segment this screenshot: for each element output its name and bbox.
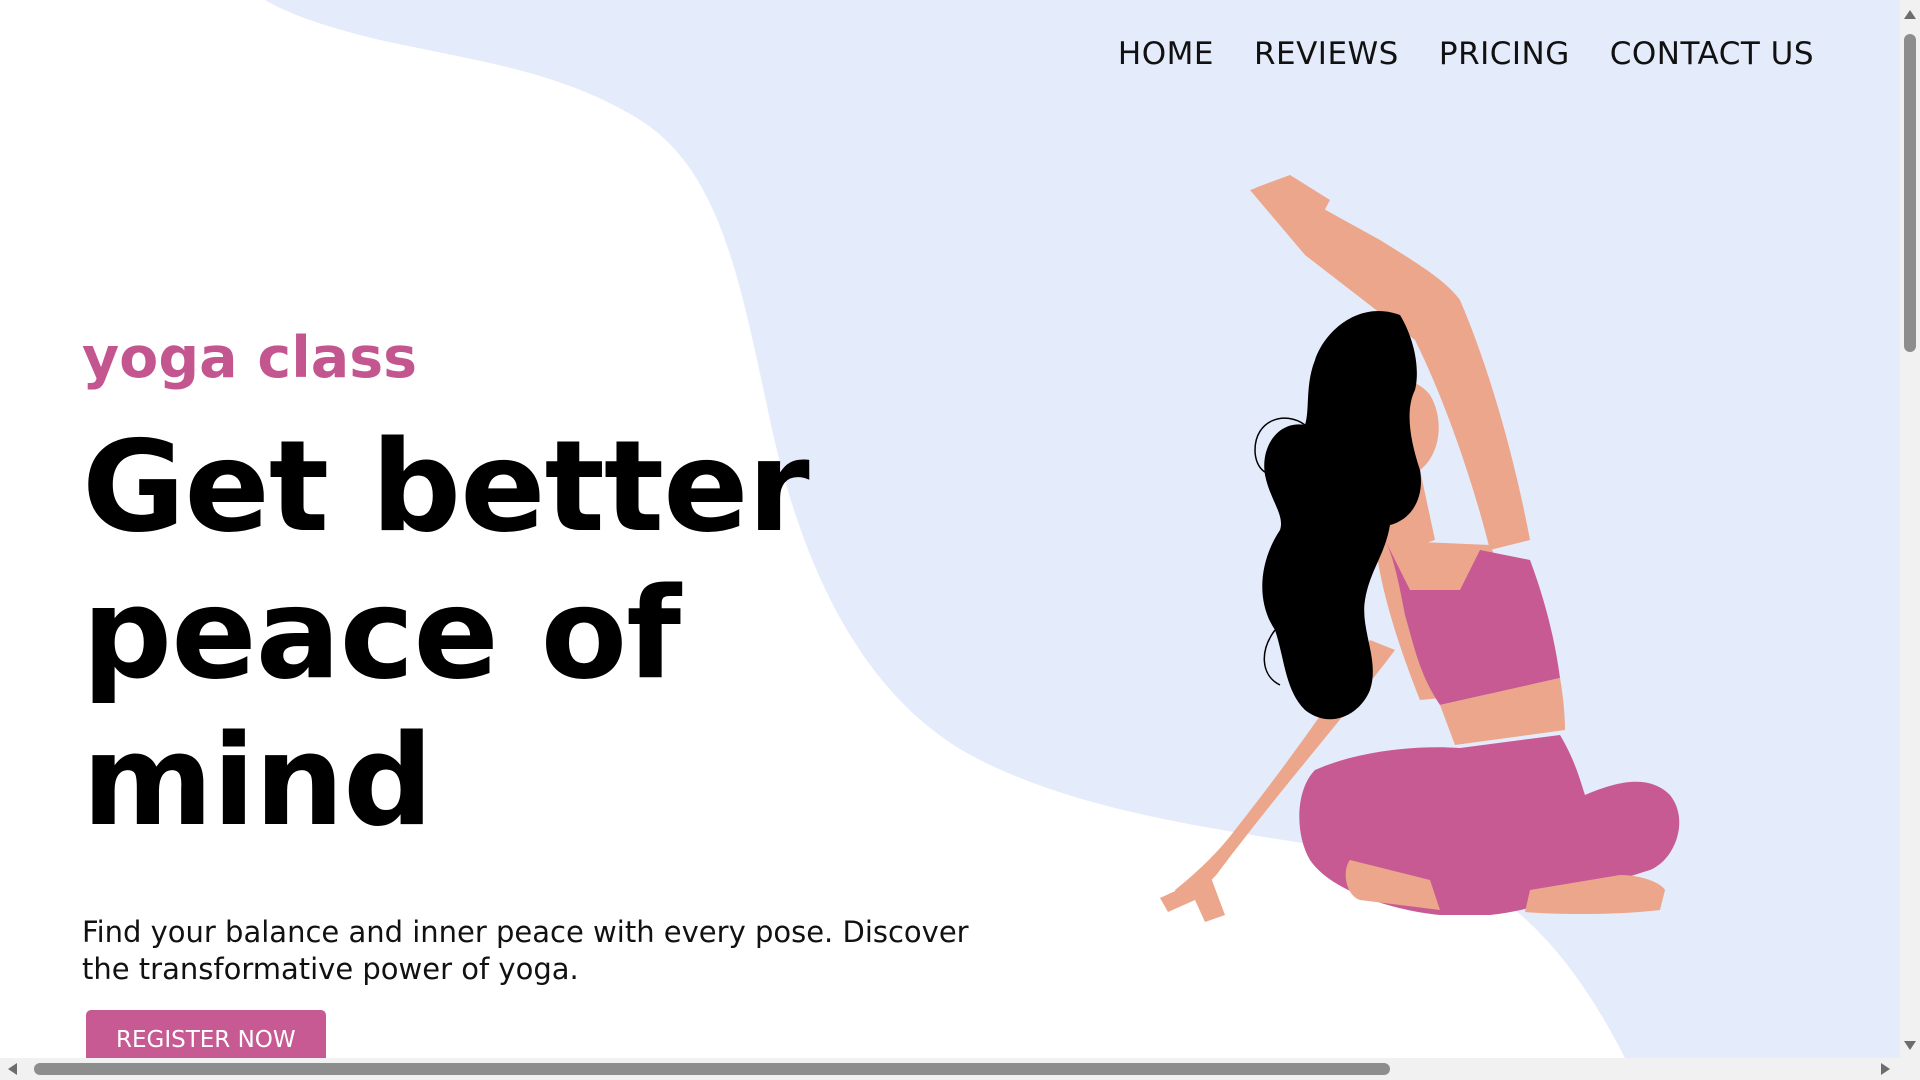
vertical-scroll-thumb[interactable] bbox=[1904, 34, 1916, 352]
main-nav: HOME REVIEWS PRICING CONTACT US bbox=[1118, 36, 1814, 72]
hero-description: Find your balance and inner peace with e… bbox=[82, 914, 1012, 988]
description-line-2: the transformative power of yoga. bbox=[82, 952, 579, 986]
vertical-scrollbar[interactable] bbox=[1900, 0, 1920, 1058]
nav-pricing[interactable]: PRICING bbox=[1439, 36, 1570, 72]
horizontal-scrollbar[interactable] bbox=[0, 1058, 1900, 1080]
hero-section: yoga class Get better peace of mind Find… bbox=[82, 330, 1012, 1070]
headline-line-1: Get better bbox=[82, 413, 810, 560]
scrollbar-corner bbox=[1900, 1058, 1920, 1080]
scroll-arrow-up-icon[interactable] bbox=[1904, 10, 1916, 19]
horizontal-scroll-thumb[interactable] bbox=[34, 1063, 1390, 1075]
hero-eyebrow: yoga class bbox=[82, 325, 418, 391]
nav-reviews[interactable]: REVIEWS bbox=[1254, 36, 1399, 72]
nav-contact-us[interactable]: CONTACT US bbox=[1610, 36, 1814, 72]
scroll-arrow-down-icon[interactable] bbox=[1904, 1041, 1916, 1050]
nav-home[interactable]: HOME bbox=[1118, 36, 1214, 72]
yoga-woman-illustration bbox=[1160, 175, 1680, 922]
headline-line-2: peace of mind bbox=[82, 560, 681, 854]
scroll-arrow-left-icon[interactable] bbox=[8, 1063, 17, 1075]
hero-headline: Get better peace of mind bbox=[82, 413, 1012, 854]
description-line-1: Find your balance and inner peace with e… bbox=[82, 915, 969, 949]
scroll-arrow-right-icon[interactable] bbox=[1881, 1063, 1890, 1075]
